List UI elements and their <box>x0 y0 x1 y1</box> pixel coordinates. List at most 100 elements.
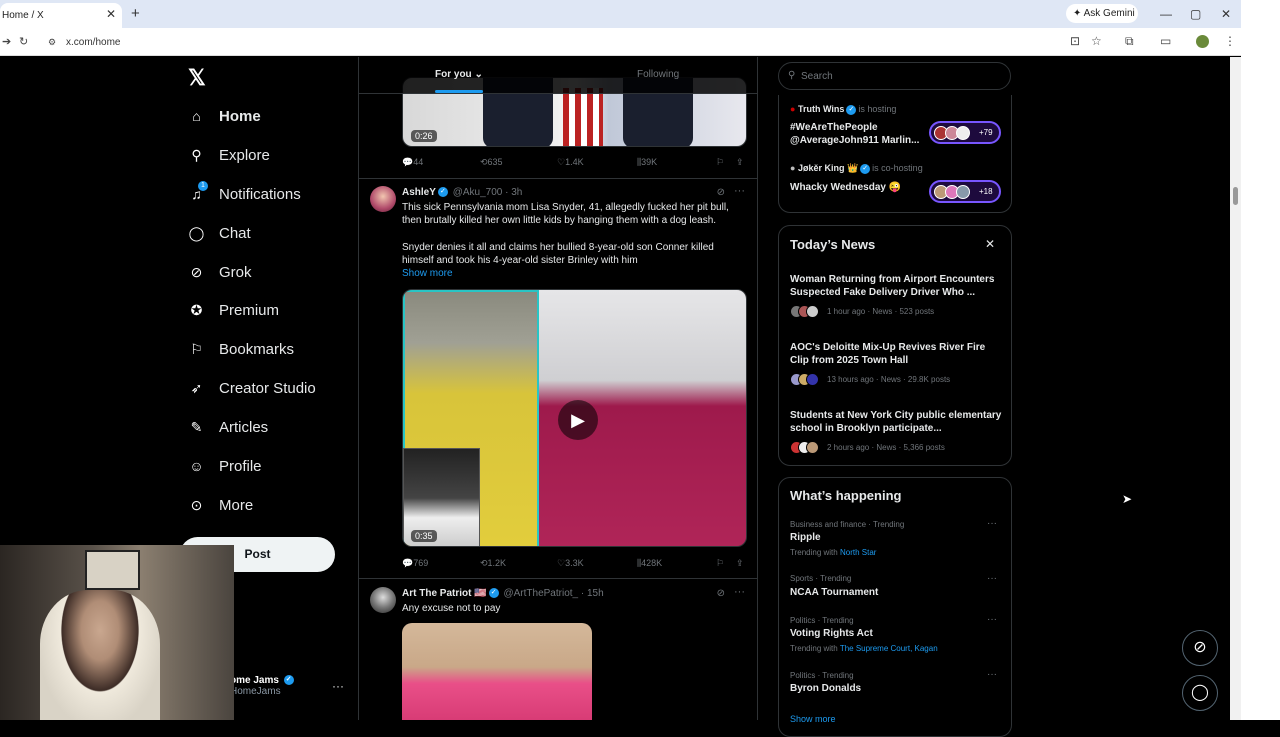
nav-bookmarks[interactable]: ⚐ Bookmarks <box>188 338 294 360</box>
repost-button[interactable]: ⟲ 635 <box>480 157 503 168</box>
trend-with-link[interactable]: North Star <box>840 548 876 557</box>
share-icon[interactable]: ⇪ <box>736 558 744 569</box>
nav-premium[interactable]: ✪ Premium <box>188 299 279 321</box>
views-button[interactable]: ⫼ 39K <box>637 157 657 168</box>
post-handle[interactable]: @ArtThePatriot_ <box>503 588 578 599</box>
spaces-card: ● Truth Wins ✓ is hosting #WeAreThePeople … <box>778 95 1012 213</box>
show-more-link[interactable]: Show more <box>402 268 453 279</box>
views-button[interactable]: ⫼ 428K <box>637 558 662 569</box>
reply-button[interactable]: 💬 769 <box>402 558 428 569</box>
minimize-button[interactable]: — <box>1160 7 1172 21</box>
new-tab-button[interactable]: + <box>131 5 140 22</box>
repost-button[interactable]: ⟲ 1.2K <box>480 558 506 569</box>
account-name: ome Jams ✓ <box>230 675 296 686</box>
webcam-picture-frame <box>85 550 140 590</box>
feed-tabs: For you ⌄ Following <box>359 57 757 94</box>
search-input[interactable]: ⚲ Search <box>778 62 1011 90</box>
restore-button[interactable]: ▢ <box>1190 7 1201 21</box>
post-text: Any excuse not to pay <box>402 603 501 614</box>
space-title[interactable]: Whacky Wednesday 😜 <box>790 181 901 194</box>
grok-explain-icon[interactable]: ⊘ <box>717 588 725 599</box>
post-more-icon[interactable]: ··· <box>734 586 745 598</box>
trend-name[interactable]: Byron Donalds <box>790 683 861 694</box>
grok-explain-icon[interactable]: ⊘ <box>717 187 725 198</box>
reload-icon[interactable]: ↻ <box>19 35 28 48</box>
chat-fab-icon[interactable]: ◯ <box>1182 675 1218 711</box>
bookmark-star-icon[interactable]: ☆ <box>1091 34 1102 48</box>
account-more-icon[interactable]: ··· <box>332 679 344 693</box>
like-button[interactable]: ♡ 1.4K <box>557 157 584 168</box>
post-avatar[interactable] <box>370 186 396 212</box>
tab-for-you[interactable]: For you ⌄ <box>435 69 483 80</box>
play-icon[interactable]: ▶ <box>558 400 598 440</box>
page-scrollbar[interactable] <box>1230 57 1241 720</box>
news-headline[interactable]: AOC's Deloitte Mix-Up Revives River Fire… <box>790 341 1003 367</box>
trend-more-icon[interactable]: ··· <box>987 573 997 584</box>
account-switcher[interactable]: ome Jams ✓ HomeJams <box>230 675 296 697</box>
forward-icon[interactable]: ➔ <box>2 35 11 48</box>
news-headline[interactable]: Woman Returning from Airport Encounters … <box>790 273 1003 299</box>
like-button[interactable]: ♡ 3.3K <box>557 558 584 569</box>
space-listeners[interactable]: +18 <box>929 180 1001 203</box>
tab-close-icon[interactable]: ✕ <box>106 7 116 21</box>
news-headline[interactable]: Students at New York City public element… <box>790 409 1003 435</box>
nav-notifications[interactable]: ♫ 1 Notifications <box>188 180 301 205</box>
nav-more[interactable]: ⊙ More <box>188 494 254 516</box>
extensions-icon[interactable]: ⧉ <box>1125 34 1134 49</box>
space-host[interactable]: ● Jøkěr King 👑 ✓ is co-hosting <box>790 163 923 174</box>
site-info-icon[interactable]: ⚙ <box>48 37 56 48</box>
browser-menu-icon[interactable]: ⋮ <box>1224 34 1236 48</box>
x-logo-icon[interactable]: 𝕏 <box>188 65 206 91</box>
trend-more-icon[interactable]: ··· <box>987 669 997 680</box>
post-author[interactable]: Art The Patriot 🇺🇸 <box>402 588 487 599</box>
trend-name[interactable]: Ripple <box>790 532 821 543</box>
post-item[interactable]: Art The Patriot 🇺🇸 ✓ @ArtThePatriot_ · 15… <box>359 578 757 720</box>
trend-with-link[interactable]: The Supreme Court, Kagan <box>840 644 938 653</box>
post-handle[interactable]: @Aku_700 <box>453 187 503 198</box>
post-video[interactable]: ▶ 0:35 <box>402 289 747 547</box>
tab-following[interactable]: Following <box>637 69 679 80</box>
window-close-button[interactable]: ✕ <box>1221 7 1231 21</box>
grok-fab-icon[interactable]: ⊘ <box>1182 630 1218 666</box>
bookmark-icon[interactable]: ⚐ <box>716 157 724 168</box>
browser-tab[interactable]: Home / X ✕ <box>0 3 122 28</box>
nav-articles[interactable]: ✎ Articles <box>188 416 269 438</box>
ask-gemini-button[interactable]: ✦ Ask Gemini <box>1066 4 1138 23</box>
trend-more-icon[interactable]: ··· <box>987 614 997 625</box>
nav-profile[interactable]: ☺ Profile <box>188 455 261 477</box>
sidepanel-icon[interactable]: ▭ <box>1160 34 1171 48</box>
install-app-icon[interactable]: ⊡ <box>1070 34 1080 48</box>
nav-explore[interactable]: ⚲ Explore <box>188 144 270 166</box>
space-title[interactable]: #WeAreThePeople @AverageJohn911 Marlin..… <box>790 121 925 147</box>
verified-icon: ✓ <box>860 163 871 174</box>
address-bar[interactable]: x.com/home <box>66 37 120 48</box>
nav-creator-studio[interactable]: ➶ Creator Studio <box>188 377 316 399</box>
post-text: This sick Pennsylvania mom Lisa Snyder, … <box>402 202 729 226</box>
space-listeners[interactable]: +79 <box>929 121 1001 144</box>
reply-button[interactable]: 💬 44 <box>402 157 423 168</box>
nav-grok[interactable]: ⊘ Grok <box>188 261 252 283</box>
trend-name[interactable]: NCAA Tournament <box>790 587 878 598</box>
bookmark-icon[interactable]: ⚐ <box>716 558 724 569</box>
profile-avatar-icon[interactable] <box>1196 35 1209 48</box>
post-author[interactable]: AshleY <box>402 187 436 198</box>
news-meta: 1 hour ago · News · 523 posts <box>827 307 935 316</box>
post-more-icon[interactable]: ··· <box>734 185 745 197</box>
news-avatars <box>790 305 822 318</box>
search-icon: ⚲ <box>191 146 202 163</box>
ask-gemini-label: Ask Gemini <box>1083 8 1135 19</box>
close-icon[interactable]: ✕ <box>985 237 995 251</box>
space-host[interactable]: ● Truth Wins ✓ is hosting <box>790 104 896 115</box>
trend-more-icon[interactable]: ··· <box>987 518 997 529</box>
nav-home[interactable]: ⌂ Home <box>188 105 260 127</box>
share-icon[interactable]: ⇪ <box>736 157 744 168</box>
post-image[interactable] <box>402 623 592 720</box>
person-icon: ☺ <box>189 458 204 474</box>
trend-name[interactable]: Voting Rights Act <box>790 628 873 639</box>
post-item[interactable]: AshleY ✓ @Aku_700 · 3h ⊘ ··· This sick Pe… <box>359 178 757 578</box>
scrollbar-thumb[interactable] <box>1233 187 1238 205</box>
bookmark-icon: ⚐ <box>190 340 203 357</box>
show-more-link[interactable]: Show more <box>790 714 836 724</box>
post-avatar[interactable] <box>370 587 396 613</box>
nav-chat[interactable]: ◯ Chat <box>188 222 251 244</box>
